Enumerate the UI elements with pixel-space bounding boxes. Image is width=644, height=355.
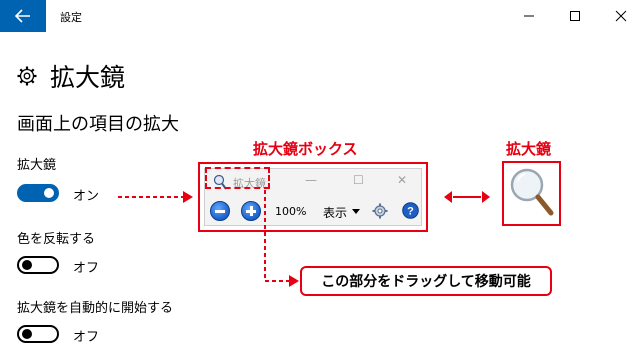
drag-callout-arrowhead	[289, 275, 299, 287]
annotation-arrows	[118, 190, 490, 287]
box-to-icon-arrowhead-left	[444, 191, 452, 203]
toggle-to-box-arrowhead	[183, 191, 193, 203]
drag-callout-connector	[264, 190, 290, 282]
box-to-icon-arrowhead-right	[482, 191, 490, 203]
